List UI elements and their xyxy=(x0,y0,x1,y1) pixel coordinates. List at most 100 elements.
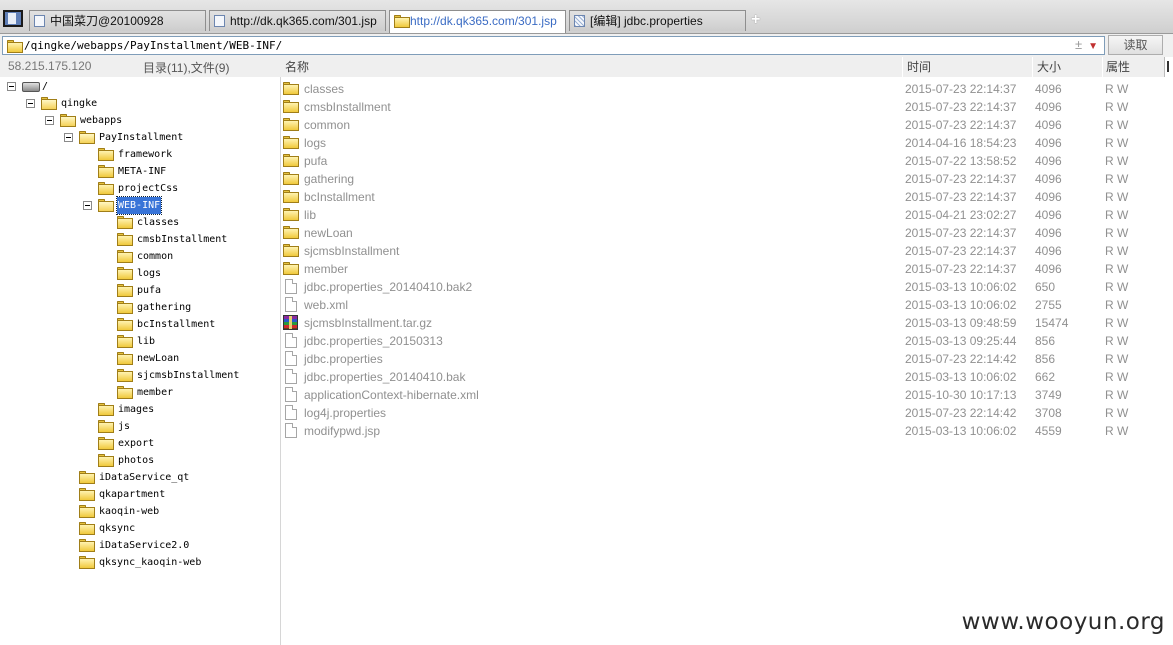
tree-node[interactable]: common xyxy=(0,248,281,265)
tree-node[interactable]: photos xyxy=(0,452,281,469)
collapse-toggle-icon[interactable] xyxy=(45,116,54,125)
file-row[interactable]: log4j.properties 2015-07-23 22:14:42 3708 R… xyxy=(281,404,1161,422)
tree-node-label[interactable]: qksync xyxy=(98,520,136,537)
collapse-toggle-icon[interactable] xyxy=(26,99,35,108)
file-row[interactable]: jdbc.properties 2015-07-23 22:14:42 856 R W xyxy=(281,350,1161,368)
tree-node[interactable]: qkapartment xyxy=(0,486,281,503)
column-time[interactable]: 时间 xyxy=(902,57,1032,77)
tree-node-label[interactable]: gathering xyxy=(136,299,192,316)
column-attr[interactable]: 属性 xyxy=(1102,57,1164,77)
collapse-toggle-icon[interactable] xyxy=(83,201,92,210)
tree-node[interactable]: cmsbInstallment xyxy=(0,231,281,248)
tree-node[interactable]: iDataService2.0 xyxy=(0,537,281,554)
file-row[interactable]: lib 2015-04-21 23:02:27 4096 R W xyxy=(281,206,1161,224)
file-row[interactable]: modifypwd.jsp 2015-03-13 10:06:02 4559 R W xyxy=(281,422,1161,440)
plus-minus-icon[interactable]: ± xyxy=(1075,37,1082,52)
chevron-down-icon[interactable]: ▼ xyxy=(1088,41,1098,52)
new-tab-button[interactable]: + xyxy=(751,11,760,29)
tab-url-1[interactable]: http://dk.qk365.com/301.jsp xyxy=(209,10,386,31)
tree-node[interactable]: classes xyxy=(0,214,281,231)
tree-node[interactable]: newLoan xyxy=(0,350,281,367)
collapse-toggle-icon[interactable] xyxy=(64,133,73,142)
tree-node-label[interactable]: photos xyxy=(117,452,155,469)
tree-node[interactable]: logs xyxy=(0,265,281,282)
tree-node[interactable]: webapps xyxy=(0,112,281,129)
tree-node-label[interactable]: qksync_kaoqin-web xyxy=(98,554,202,571)
tree-node[interactable]: projectCss xyxy=(0,180,281,197)
tree-node-label[interactable]: pufa xyxy=(136,282,162,299)
file-row[interactable]: gathering 2015-07-23 22:14:37 4096 R W xyxy=(281,170,1161,188)
file-row[interactable]: sjcmsbInstallment.tar.gz 2015-03-13 09:48… xyxy=(281,314,1161,332)
panel-toggle-icon[interactable] xyxy=(3,10,23,27)
tree-node-label[interactable]: / xyxy=(41,78,49,95)
tree-node-label[interactable]: logs xyxy=(136,265,162,282)
tree-node[interactable]: export xyxy=(0,435,281,452)
file-row[interactable]: pufa 2015-07-22 13:58:52 4096 R W xyxy=(281,152,1161,170)
tab-chopper[interactable]: 中国菜刀@20100928 xyxy=(29,10,206,31)
tree-node[interactable]: pufa xyxy=(0,282,281,299)
tree-node-label[interactable]: WEB-INF xyxy=(115,196,163,215)
tree-node-label[interactable]: projectCss xyxy=(117,180,179,197)
file-row[interactable]: cmsbInstallment 2015-07-23 22:14:37 4096 R … xyxy=(281,98,1161,116)
tree-node[interactable]: qksync_kaoqin-web xyxy=(0,554,281,571)
tree-node[interactable]: / xyxy=(0,78,281,95)
tree-node[interactable]: framework xyxy=(0,146,281,163)
file-row[interactable]: common 2015-07-23 22:14:37 4096 R W xyxy=(281,116,1161,134)
path-input[interactable]: /qingke/webapps/PayInstallment/WEB-INF/ … xyxy=(2,36,1105,55)
file-row[interactable]: jdbc.properties_20150313 2015-03-13 09:25… xyxy=(281,332,1161,350)
tree-node-label[interactable]: cmsbInstallment xyxy=(136,231,228,248)
tab-edit-jdbc[interactable]: [编辑] jdbc.properties xyxy=(569,10,746,31)
tree-node-label[interactable]: framework xyxy=(117,146,173,163)
tree-node[interactable]: META-INF xyxy=(0,163,281,180)
file-row[interactable]: jdbc.properties_20140410.bak 2015-03-13 1… xyxy=(281,368,1161,386)
tree-node-label[interactable]: iDataService2.0 xyxy=(98,537,190,554)
file-row[interactable]: sjcmsbInstallment 2015-07-23 22:14:37 4096… xyxy=(281,242,1161,260)
tree-node[interactable]: lib xyxy=(0,333,281,350)
tree-node-label[interactable]: webapps xyxy=(79,112,123,129)
tree-node-label[interactable]: export xyxy=(117,435,155,452)
file-time: 2015-07-23 22:14:37 xyxy=(905,100,1017,114)
tree-node-label[interactable]: qkapartment xyxy=(98,486,166,503)
tree-node[interactable]: kaoqin-web xyxy=(0,503,281,520)
column-name[interactable]: 名称 xyxy=(285,57,902,77)
file-row[interactable]: bcInstallment 2015-07-23 22:14:37 4096 R W xyxy=(281,188,1161,206)
tree-node-label[interactable]: lib xyxy=(136,333,156,350)
file-row[interactable]: applicationContext-hibernate.xml 2015-10-… xyxy=(281,386,1161,404)
tree-node[interactable]: gathering xyxy=(0,299,281,316)
file-row[interactable]: classes 2015-07-23 22:14:37 4096 R W xyxy=(281,80,1161,98)
tree-node[interactable]: sjcmsbInstallment xyxy=(0,367,281,384)
file-row[interactable]: newLoan 2015-07-23 22:14:37 4096 R W xyxy=(281,224,1161,242)
tree-node[interactable]: qksync xyxy=(0,520,281,537)
tree-node-label[interactable]: classes xyxy=(136,214,180,231)
collapse-toggle-icon[interactable] xyxy=(7,82,16,91)
tree-node-label[interactable]: qingke xyxy=(60,95,98,112)
tree-node-label[interactable]: newLoan xyxy=(136,350,180,367)
tree-node[interactable]: WEB-INF xyxy=(0,196,281,215)
tree-node-label[interactable]: member xyxy=(136,384,174,401)
tree-node-label[interactable]: images xyxy=(117,401,155,418)
file-row[interactable]: member 2015-07-23 22:14:37 4096 R W xyxy=(281,260,1161,278)
tree-node[interactable]: iDataService_qt xyxy=(0,469,281,486)
tree-node[interactable]: bcInstallment xyxy=(0,316,281,333)
tree-node-label[interactable]: META-INF xyxy=(117,163,167,180)
file-row[interactable]: logs 2014-04-16 18:54:23 4096 R W xyxy=(281,134,1161,152)
tree-node-label[interactable]: kaoqin-web xyxy=(98,503,160,520)
tree-node-label[interactable]: PayInstallment xyxy=(98,129,184,146)
file-row[interactable]: web.xml 2015-03-13 10:06:02 2755 R W xyxy=(281,296,1161,314)
file-time: 2015-07-23 22:14:37 xyxy=(905,172,1017,186)
tree-node[interactable]: PayInstallment xyxy=(0,129,281,146)
tree-node-label[interactable]: bcInstallment xyxy=(136,316,216,333)
tree-node[interactable]: js xyxy=(0,418,281,435)
tree-node-label[interactable]: common xyxy=(136,248,174,265)
tab-url-active[interactable]: http://dk.qk365.com/301.jsp xyxy=(389,10,566,33)
tree-node[interactable]: qingke xyxy=(0,95,281,112)
tree-node-label[interactable]: js xyxy=(117,418,131,435)
read-button[interactable]: 读取 xyxy=(1108,35,1163,55)
tree-node-label[interactable]: iDataService_qt xyxy=(98,469,190,486)
file-name: pufa xyxy=(304,154,328,168)
column-size[interactable]: 大小 xyxy=(1032,57,1102,77)
file-row[interactable]: jdbc.properties_20140410.bak2 2015-03-13 … xyxy=(281,278,1161,296)
tree-node[interactable]: member xyxy=(0,384,281,401)
tree-node-label[interactable]: sjcmsbInstallment xyxy=(136,367,240,384)
tree-node[interactable]: images xyxy=(0,401,281,418)
